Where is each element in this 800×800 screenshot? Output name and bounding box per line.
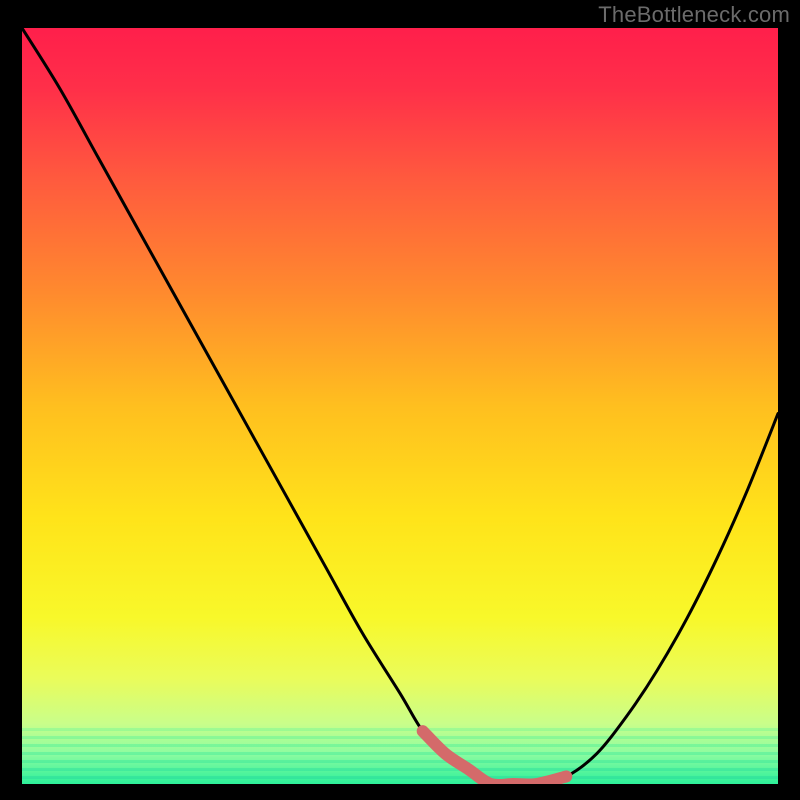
chart-frame: TheBottleneck.com	[0, 0, 800, 800]
gradient-background	[22, 28, 778, 784]
plot-area	[22, 28, 778, 784]
watermark-text: TheBottleneck.com	[598, 2, 790, 28]
bottleneck-chart-svg	[22, 28, 778, 784]
